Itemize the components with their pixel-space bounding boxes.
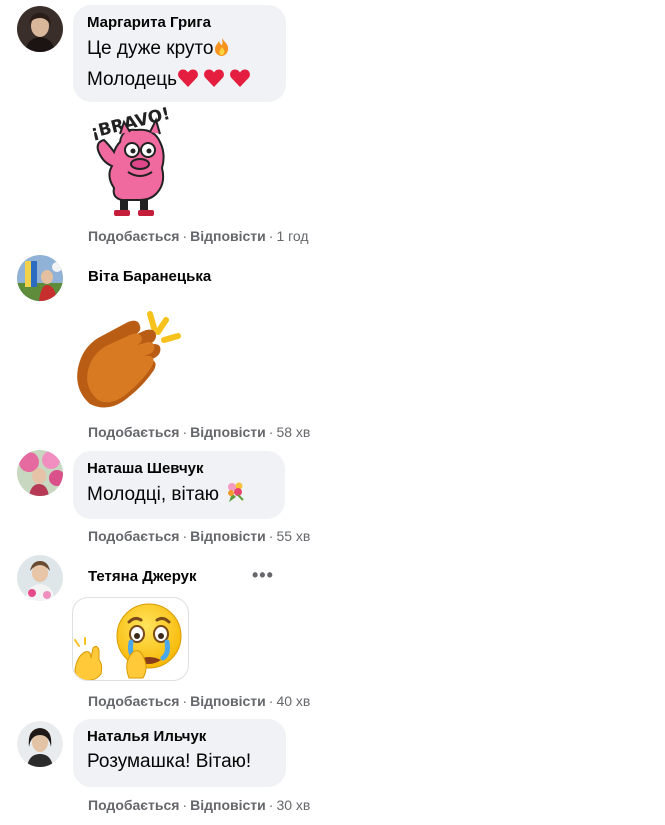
clapping-hands-sticker[interactable] bbox=[70, 304, 188, 412]
like-button[interactable]: Подобається bbox=[88, 797, 179, 813]
comment-text: Це дуже круто bbox=[87, 38, 214, 59]
separator: · bbox=[182, 424, 188, 440]
comment-1: Маргарита Грига Це дуже круто Молодець ¡… bbox=[0, 0, 665, 250]
reply-button[interactable]: Відповісти bbox=[190, 424, 266, 440]
reply-button[interactable]: Відповісти bbox=[190, 228, 266, 244]
comment-3: Наташа Шевчук Молодці, вітаю Подобається… bbox=[0, 450, 665, 550]
fire-emoji-icon bbox=[213, 37, 231, 65]
comment-text: Молодець bbox=[87, 69, 178, 90]
red-heart-icon bbox=[177, 68, 199, 96]
separator: · bbox=[268, 228, 274, 244]
separator: · bbox=[268, 424, 274, 440]
comment-actions: Подобається · Відповісти · 40 хв bbox=[88, 692, 310, 710]
reply-button[interactable]: Відповісти bbox=[190, 693, 266, 709]
separator: · bbox=[182, 693, 188, 709]
comment-timestamp[interactable]: 1 год bbox=[276, 228, 308, 244]
reply-button[interactable]: Відповісти bbox=[190, 797, 266, 813]
separator: · bbox=[182, 797, 188, 813]
comment-author[interactable]: Наташа Шевчук bbox=[87, 459, 271, 478]
comment-text-line: Молодці, вітаю bbox=[87, 481, 271, 511]
more-options-button[interactable]: ••• bbox=[252, 565, 274, 586]
avatar[interactable] bbox=[17, 721, 63, 767]
comment-5: Наталья Ильчук Розумашка! Вітаю! Подобає… bbox=[0, 715, 665, 825]
like-button[interactable]: Подобається bbox=[88, 528, 179, 544]
comment-timestamp[interactable]: 58 хв bbox=[276, 424, 310, 440]
bouquet-emoji-icon bbox=[224, 481, 246, 511]
comment-text-line: Молодець bbox=[87, 67, 272, 96]
bravo-pig-sticker[interactable]: ¡BRAVO! bbox=[84, 104, 176, 218]
crying-clapping-emoji-sticker[interactable] bbox=[72, 597, 189, 681]
like-button[interactable]: Подобається bbox=[88, 228, 179, 244]
comment-author[interactable]: Тетяна Джерук bbox=[88, 567, 197, 586]
comment-2: Віта Баранецька Подобається · Відповісти · 5… bbox=[0, 250, 665, 450]
comment-timestamp[interactable]: 30 хв bbox=[276, 797, 310, 813]
avatar[interactable] bbox=[17, 255, 63, 301]
comment-bubble: Наталья Ильчук Розумашка! Вітаю! bbox=[73, 719, 286, 787]
comment-actions: Подобається · Відповісти · 58 хв bbox=[88, 423, 310, 441]
reply-button[interactable]: Відповісти bbox=[190, 528, 266, 544]
separator: · bbox=[268, 797, 274, 813]
comment-timestamp[interactable]: 55 хв bbox=[276, 528, 310, 544]
separator: · bbox=[182, 228, 188, 244]
red-heart-icon bbox=[225, 68, 251, 96]
comment-author[interactable]: Віта Баранецька bbox=[88, 267, 211, 286]
avatar[interactable] bbox=[17, 450, 63, 496]
comment-author[interactable]: Наталья Ильчук bbox=[87, 727, 272, 746]
avatar[interactable] bbox=[17, 6, 63, 52]
comment-text: Молодці, вітаю bbox=[87, 484, 220, 505]
comment-bubble: Маргарита Грига Це дуже круто Молодець bbox=[73, 5, 286, 102]
like-button[interactable]: Подобається bbox=[88, 693, 179, 709]
comment-text-line: Це дуже круто bbox=[87, 36, 272, 65]
comment-bubble: Наташа Шевчук Молодці, вітаю bbox=[73, 451, 285, 519]
separator: · bbox=[182, 528, 188, 544]
separator: · bbox=[268, 528, 274, 544]
like-button[interactable]: Подобається bbox=[88, 424, 179, 440]
separator: · bbox=[268, 693, 274, 709]
comment-actions: Подобається · Відповісти · 30 хв bbox=[88, 796, 310, 814]
red-heart-icon bbox=[199, 68, 225, 96]
comment-timestamp[interactable]: 40 хв bbox=[276, 693, 310, 709]
avatar[interactable] bbox=[17, 555, 63, 601]
comment-text: Розумашка! Вітаю! bbox=[87, 751, 252, 772]
comment-actions: Подобається · Відповісти · 1 год bbox=[88, 227, 309, 245]
comment-author[interactable]: Маргарита Грига bbox=[87, 13, 272, 32]
comment-actions: Подобається · Відповісти · 55 хв bbox=[88, 527, 310, 545]
